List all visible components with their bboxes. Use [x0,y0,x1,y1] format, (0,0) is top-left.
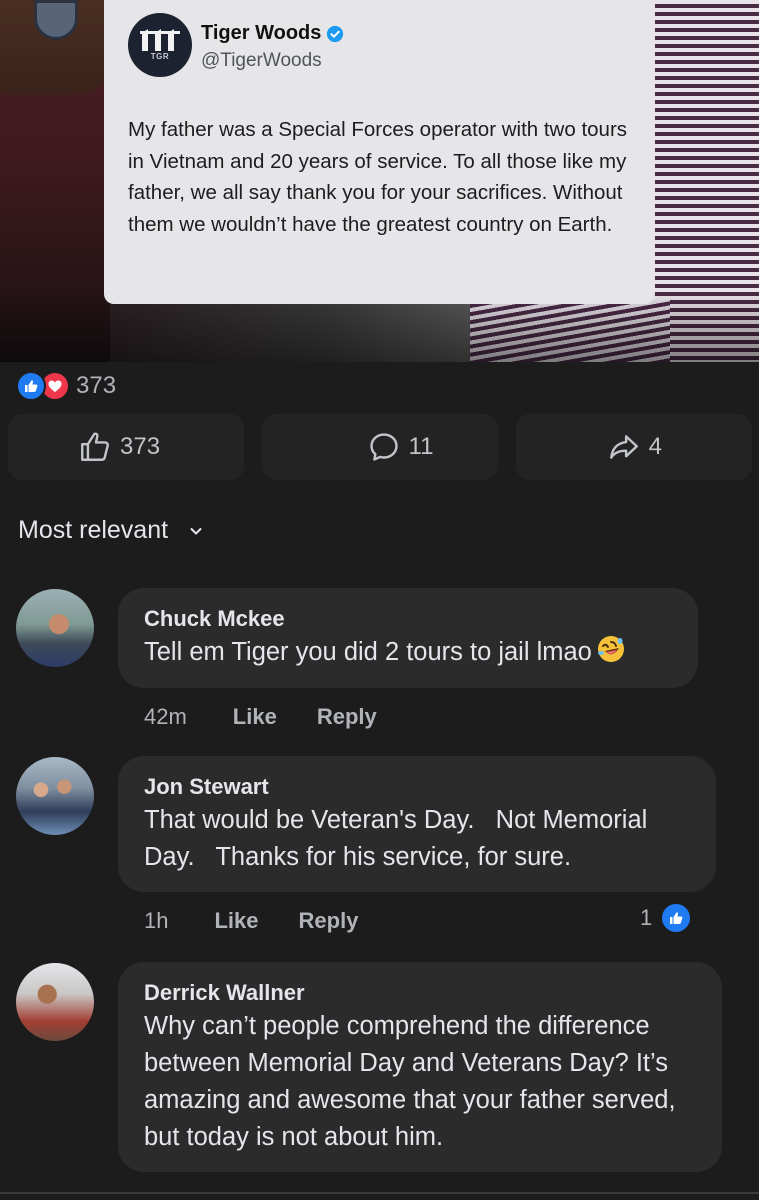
comment-author[interactable]: Chuck Mckee [144,606,672,632]
rolling-laughing-emoji-icon [597,636,624,662]
like-count: 373 [120,433,161,460]
comment-author[interactable]: Jon Stewart [144,774,690,800]
reaction-count: 373 [76,372,117,399]
avatar[interactable] [16,963,94,1041]
sort-label: Most relevant [18,516,169,544]
comment-text: That would be Veteran's Day. Not Memoria… [144,806,655,871]
comment-reply-link[interactable]: Reply [299,908,359,934]
comment-meta: 42m Like Reply [144,704,377,730]
tweet-avatar-text: TGR [150,52,170,61]
tweet-author-name-text: Tiger Woods [201,22,322,44]
comment-reply-link[interactable]: Reply [317,704,377,730]
comment-button[interactable]: 11 [262,414,498,480]
tweet-author-name: Tiger Woods [201,22,344,45]
comment-time[interactable]: 42m [144,704,187,730]
comment-sort-dropdown[interactable]: Most relevant [18,516,204,545]
comment-bubble: Chuck Mckee Tell em Tiger you did 2 tour… [118,588,698,688]
comment-bubble: Jon Stewart That would be Veteran's Day.… [118,756,716,892]
comment-reaction-count: 1 [640,905,653,930]
comment-text: Tell em Tiger you did 2 tours to jail lm… [144,634,672,671]
comment-reaction-summary[interactable]: 1 [640,902,693,934]
tweet-text: My father was a Special Forces operator … [128,118,628,236]
tgr-logo-icon [140,29,180,51]
share-count: 4 [648,433,662,460]
comment-author[interactable]: Derrick Wallner [144,980,696,1006]
avatar[interactable] [16,757,94,835]
tweet-avatar: TGR [128,13,192,77]
tweet-author-handle: @TigerWoods [201,50,322,71]
avatar[interactable] [16,589,94,667]
comment-icon [369,433,398,461]
comment-meta: 1h Like Reply [144,908,358,934]
comment-text-body: Tell em Tiger you did 2 tours to jail lm… [144,638,592,666]
share-button[interactable]: 4 [516,414,752,480]
verified-badge-icon [327,25,344,42]
like-button[interactable]: 373 [8,414,244,480]
tweet-card: TGR Tiger Woods @TigerWoods My father wa… [104,0,655,304]
like-reaction-icon [16,371,46,401]
comment-like-link[interactable]: Like [214,908,258,934]
chevron-down-icon [190,527,202,534]
reaction-summary[interactable]: 373 [16,370,116,402]
like-reaction-icon [660,902,693,934]
divider [0,1192,759,1194]
comment-time[interactable]: 1h [144,908,168,934]
comment-like-link[interactable]: Like [233,704,277,730]
post-image[interactable]: TGR Tiger Woods @TigerWoods My father wa… [0,0,759,362]
share-arrow-icon [609,435,638,459]
comment-bubble: Derrick Wallner Why can’t people compreh… [118,962,722,1172]
comment-text: Why can’t people comprehend the differen… [144,1012,676,1151]
comment-count: 11 [408,433,434,460]
thumbs-up-icon [81,432,109,461]
